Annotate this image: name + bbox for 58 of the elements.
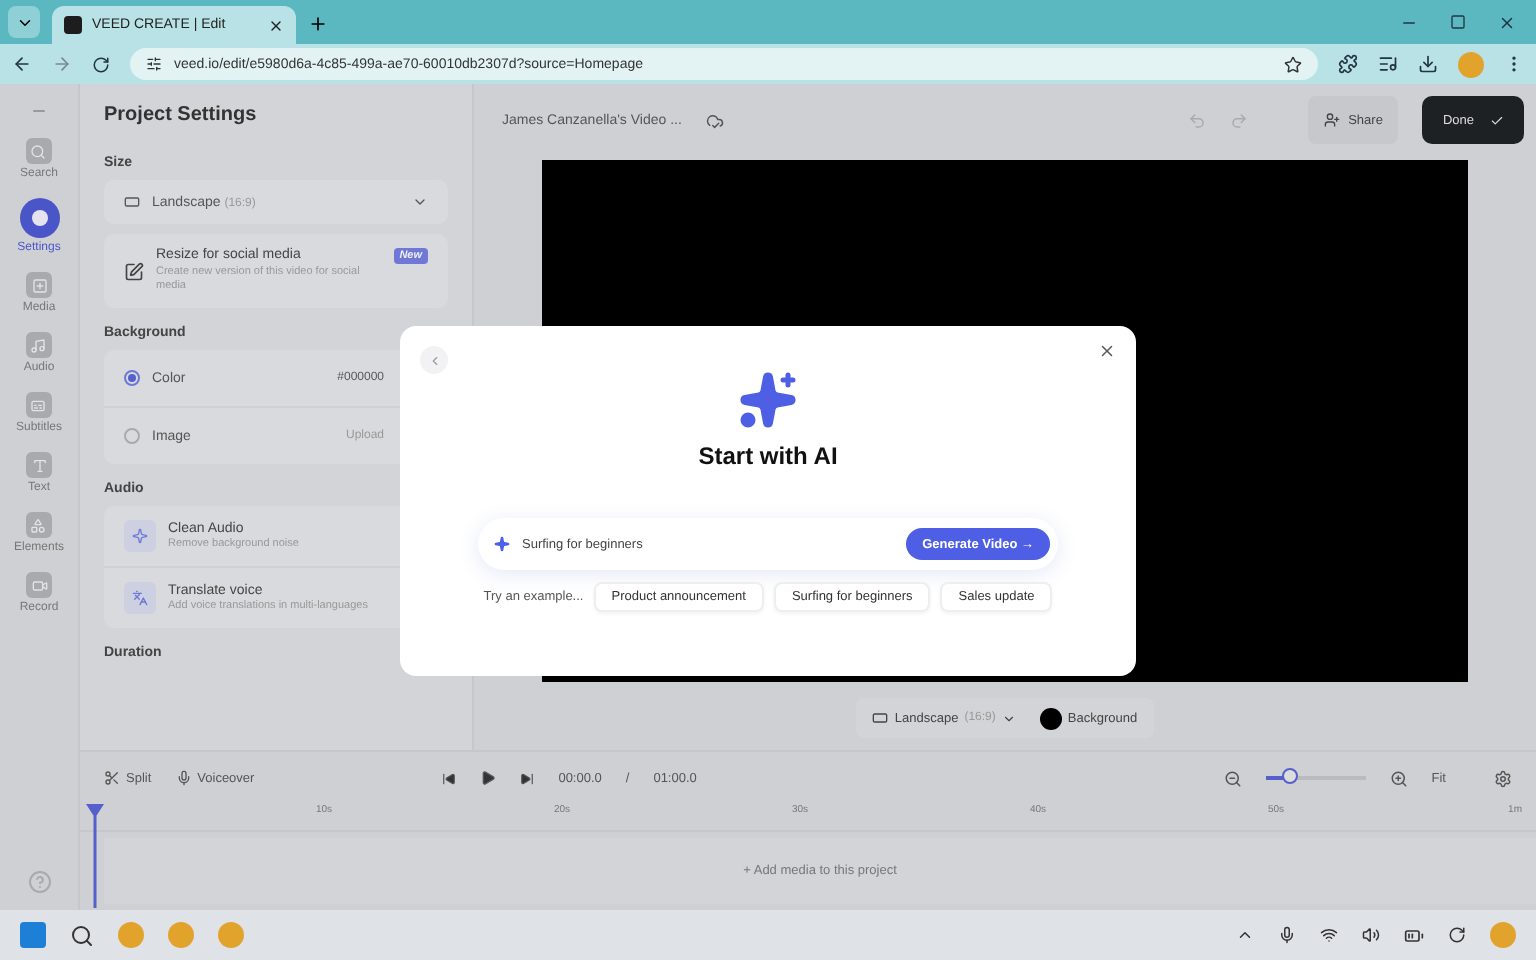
chevron-down-icon <box>1001 711 1016 725</box>
site-info-icon[interactable] <box>146 56 162 72</box>
close-button[interactable] <box>1098 342 1116 360</box>
site-logo-icon <box>64 16 82 34</box>
reload-icon[interactable] <box>92 55 110 73</box>
settings-icon[interactable] <box>1494 769 1512 787</box>
extensions-icon[interactable] <box>1338 54 1358 74</box>
sparkles-icon <box>738 370 798 430</box>
forward-icon[interactable] <box>520 771 535 785</box>
rectangle-icon <box>124 194 140 210</box>
sparkle-icon <box>494 536 510 552</box>
rewind-icon[interactable] <box>442 771 457 785</box>
new-tab-icon[interactable] <box>308 14 328 34</box>
sidebar-icon <box>25 332 52 358</box>
sync-icon[interactable] <box>1448 926 1466 944</box>
sidebar-icon <box>26 272 52 298</box>
resize-icon <box>124 261 144 282</box>
add-user-icon <box>1324 112 1341 128</box>
dialog-title: Start with AI <box>698 442 838 470</box>
radio-button[interactable] <box>124 428 140 445</box>
bookmark-star-icon[interactable] <box>1284 55 1302 73</box>
microphone-icon <box>175 770 192 786</box>
playhead[interactable] <box>86 804 104 908</box>
search-icon[interactable] <box>70 923 94 947</box>
check-icon <box>1490 113 1504 127</box>
battery-icon[interactable] <box>1404 925 1424 945</box>
radio-button[interactable] <box>124 370 140 387</box>
close-icon[interactable] <box>268 17 284 33</box>
download-icon[interactable] <box>1418 54 1438 74</box>
panel-title: Project Settings <box>104 104 259 126</box>
cloud-icon <box>705 111 724 129</box>
zoom-out-icon[interactable] <box>1223 769 1242 787</box>
chevron-down-icon <box>412 194 428 210</box>
color-swatch <box>1039 707 1062 729</box>
sidebar-icon <box>19 198 59 238</box>
sidebar-icon <box>26 572 52 598</box>
scissors-icon <box>104 770 120 786</box>
rectangle-icon <box>872 710 889 726</box>
close-icon[interactable] <box>1498 14 1516 32</box>
microphone-icon[interactable] <box>1278 926 1296 944</box>
close-icon <box>1098 342 1116 360</box>
sidebar-icon <box>25 512 52 538</box>
sidebar-icon <box>26 452 52 478</box>
play-icon[interactable] <box>480 770 497 786</box>
back-icon[interactable] <box>12 54 32 74</box>
tray-expand-icon[interactable] <box>1236 926 1254 944</box>
wifi-icon[interactable] <box>1320 926 1338 944</box>
sidebar-icon <box>25 138 52 164</box>
zoom-in-icon[interactable] <box>1389 769 1408 787</box>
sidebar-icon <box>25 392 52 418</box>
audio-tool-icon <box>124 520 156 553</box>
start-icon[interactable] <box>20 922 46 948</box>
maximize-icon[interactable] <box>1450 14 1466 30</box>
media-control-icon[interactable] <box>1378 54 1398 74</box>
volume-icon[interactable] <box>1362 926 1380 944</box>
chevron-left-icon <box>427 353 441 367</box>
audio-tool-icon <box>124 582 156 615</box>
slider-thumb[interactable] <box>1282 768 1299 784</box>
